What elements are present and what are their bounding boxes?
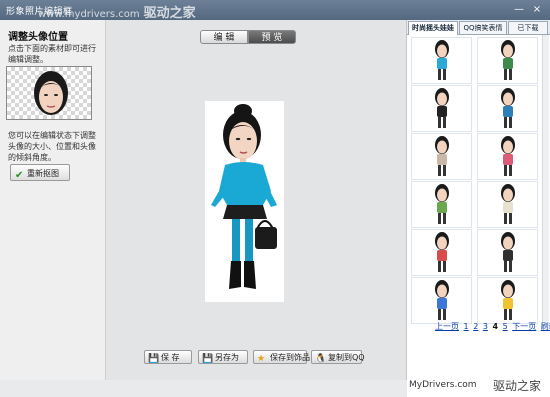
bobblehead-figure	[501, 184, 515, 224]
save-icon: 💾	[148, 354, 160, 364]
save-as-button[interactable]: 💾 另存为	[198, 350, 248, 364]
save-to-accessory-button[interactable]: ★ 保存到饰品	[253, 350, 310, 364]
tab-qq-funny-faces[interactable]: QQ搞笑表情	[459, 21, 507, 34]
recrop-label: 重新抠图	[27, 169, 59, 178]
left-panel: 调整头像位置 点击下面的素材即可进行编辑调整。 您可以在编辑状态下调整头像的大小…	[0, 20, 106, 380]
save-button[interactable]: 💾 保 存	[144, 350, 192, 364]
refresh-link[interactable]: 刷新	[541, 322, 550, 331]
tab-edit[interactable]: 编 辑	[200, 30, 248, 44]
instruction-text: 点击下面的素材即可进行编辑调整。	[8, 44, 96, 64]
bobblehead-figure	[435, 88, 449, 128]
material-thumbnail[interactable]	[411, 37, 472, 84]
save-label: 保 存	[161, 353, 180, 362]
copy-to-qq-label: 复制到QQ	[328, 353, 365, 362]
panel-heading: 调整头像位置	[8, 32, 68, 43]
scrollbar[interactable]	[542, 35, 549, 325]
bobblehead-figure	[435, 184, 449, 224]
bobblehead-figure	[501, 136, 515, 176]
title-bar: 形象照片编辑框 www.mydrivers.com 驱动之家 — ×	[0, 0, 550, 21]
material-thumbnail[interactable]	[477, 277, 538, 324]
save-to-accessory-label: 保存到饰品	[270, 353, 310, 362]
site-name: MyDrivers.com	[409, 380, 477, 390]
star-icon: ★	[257, 354, 266, 364]
material-thumbnail[interactable]	[411, 277, 472, 324]
avatar-figure	[211, 104, 277, 289]
copy-to-qq-button[interactable]: 🐧 复制到QQ	[311, 350, 365, 364]
page-link[interactable]: 3	[483, 322, 488, 331]
head-photo	[34, 71, 68, 115]
close-button[interactable]: ×	[530, 4, 544, 16]
material-thumbnail[interactable]	[477, 229, 538, 276]
next-page-link[interactable]: 下一页	[512, 322, 536, 331]
material-tabs: 时尚摇头娃娃 QQ搞笑表情 已下载	[407, 20, 550, 35]
material-thumbnail[interactable]	[411, 85, 472, 132]
material-thumbnail[interactable]	[477, 37, 538, 84]
bobblehead-figure	[501, 88, 515, 128]
material-thumbnail[interactable]	[477, 181, 538, 228]
bobblehead-figure	[435, 40, 449, 80]
pagination: 上一页 1 2 3 4 5 下一页 刷新	[435, 321, 550, 332]
page-link[interactable]: 5	[503, 322, 508, 331]
material-thumbnail[interactable]	[411, 181, 472, 228]
bobblehead-figure	[501, 280, 515, 320]
bobblehead-figure	[501, 40, 515, 80]
action-bar: 💾 保 存 💾 另存为 ★ 保存到饰品 🐧 复制到QQ	[106, 346, 406, 368]
save-as-label: 另存为	[215, 353, 239, 362]
bobblehead-figure	[435, 232, 449, 272]
checkmark-pen-icon: ✔	[15, 170, 24, 181]
minimize-button[interactable]: —	[512, 4, 526, 16]
tab-downloaded[interactable]: 已下载	[508, 21, 548, 34]
footer-watermark: MyDrivers.com 驱动之家	[407, 375, 550, 397]
qq-penguin-icon: 🐧	[315, 354, 327, 364]
current-page: 4	[492, 322, 499, 331]
watermark-brand: 驱动之家	[143, 6, 196, 21]
page-link[interactable]: 1	[464, 322, 469, 331]
recrop-button[interactable]: ✔ 重新抠图	[10, 164, 70, 181]
material-thumbnail[interactable]	[411, 229, 472, 276]
material-thumbnail[interactable]	[477, 133, 538, 180]
tab-fashion-bobblehead[interactable]: 时尚摇头娃娃	[408, 21, 458, 35]
adjust-hint-text: 您可以在编辑状态下调整头像的大小、位置和头像的倾斜角度。	[8, 131, 96, 162]
head-thumbnail[interactable]	[6, 66, 92, 120]
watermark-url: www.mydrivers.com	[38, 9, 140, 20]
watermark: www.mydrivers.com 驱动之家	[38, 2, 196, 21]
page-link[interactable]: 2	[473, 322, 478, 331]
tab-preview[interactable]: 预 览	[248, 30, 296, 44]
bobblehead-figure	[501, 232, 515, 272]
prev-page-link[interactable]: 上一页	[435, 322, 459, 331]
save-as-icon: 💾	[202, 354, 214, 364]
material-panel: 时尚摇头娃娃 QQ搞笑表情 已下载 上一页 1 2 3 4 5 下一页 刷新 M…	[406, 20, 550, 397]
bobblehead-figure	[435, 136, 449, 176]
material-thumbnail[interactable]	[477, 85, 538, 132]
mode-tabs: 编 辑 预 览	[200, 30, 296, 44]
bobblehead-figure	[435, 280, 449, 320]
avatar-canvas[interactable]	[205, 101, 284, 302]
preview-area: 编 辑 预 览 💾 保 存 💾 另存为 ★ 保存到饰品 🐧 复制到QQ	[106, 20, 406, 380]
material-thumbnail[interactable]	[411, 133, 472, 180]
